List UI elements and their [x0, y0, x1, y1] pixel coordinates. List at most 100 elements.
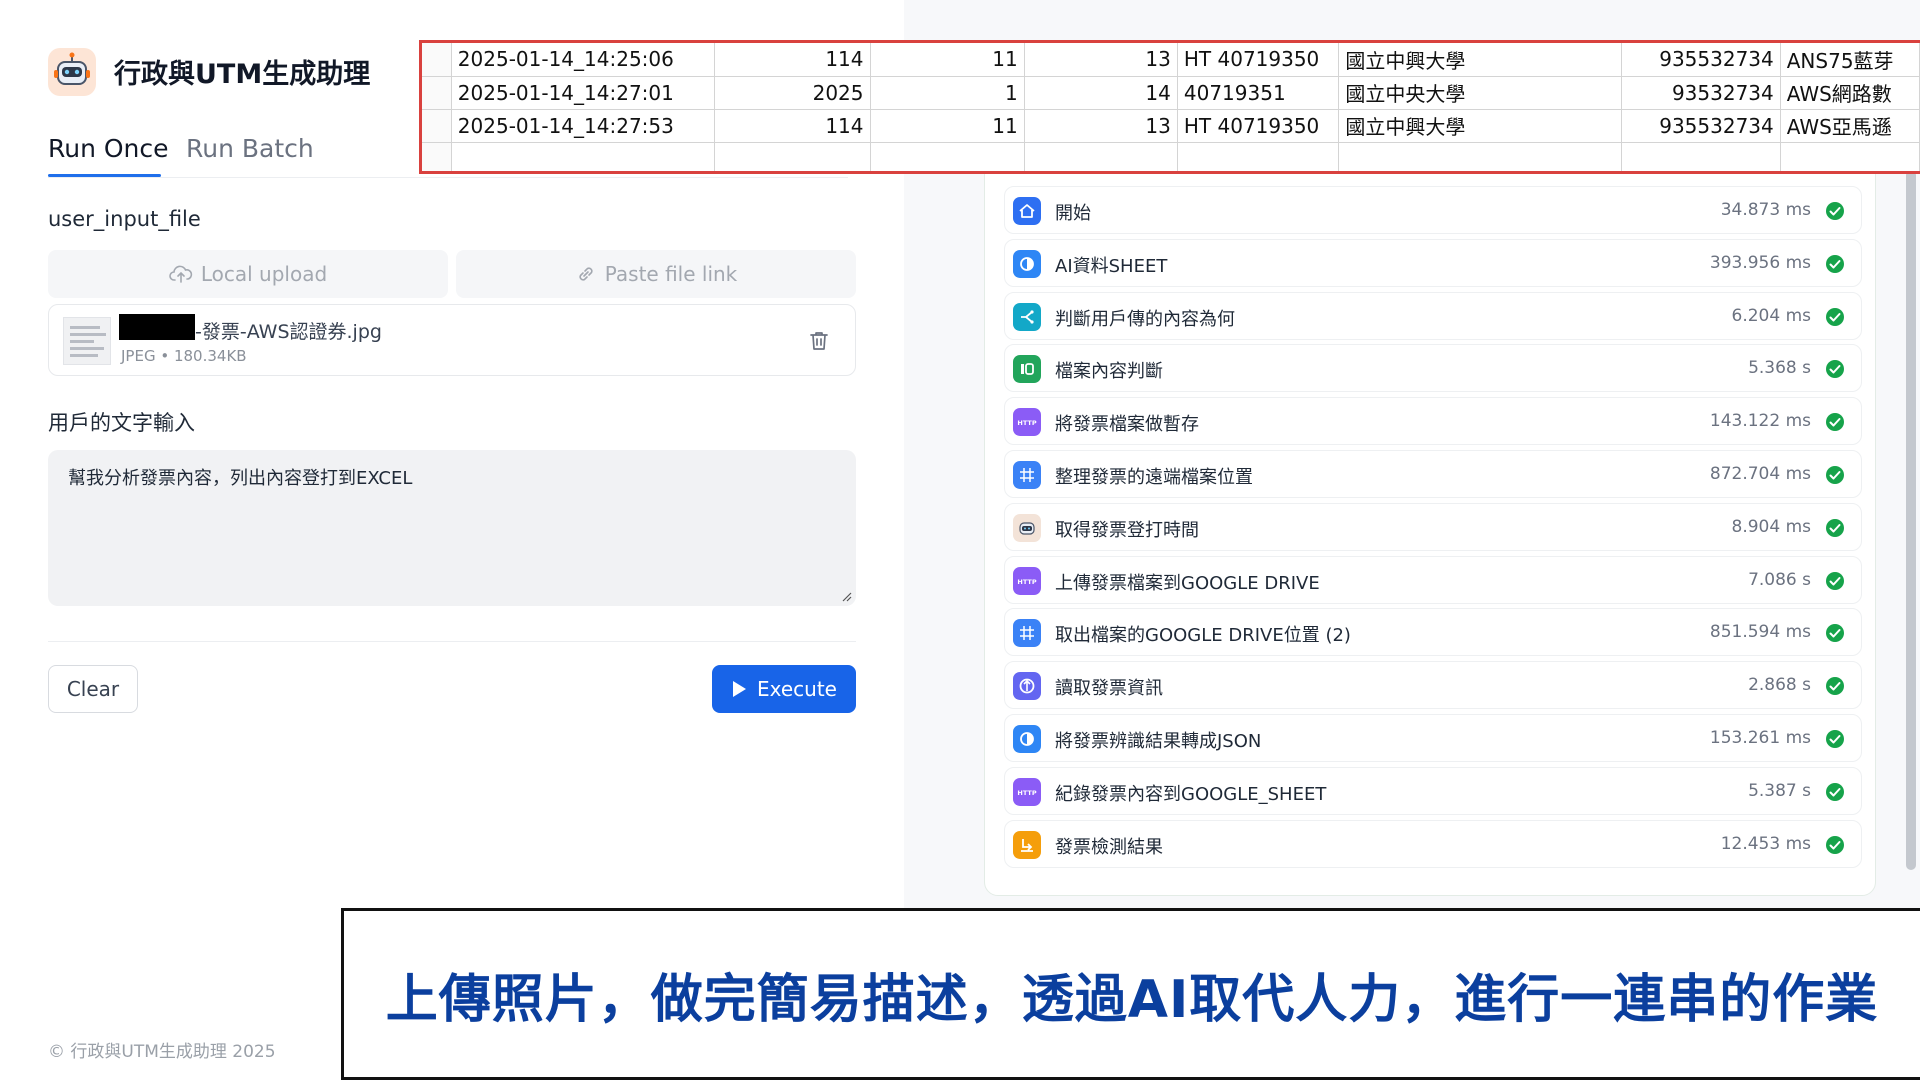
trace-row[interactable]: 判斷用戶傳的內容為何 6.204 ms — [1004, 291, 1862, 340]
sheet-cell: 13 — [1024, 109, 1178, 143]
file-type: JPEG — [121, 347, 156, 365]
llm-icon — [1013, 725, 1041, 753]
tab-run-once[interactable]: Run Once — [48, 134, 169, 163]
file-meta: JPEG • 180.34KB — [121, 347, 247, 365]
trace-step-name: 檔案內容判斷 — [1055, 361, 1163, 383]
trace-step-duration: 872.704 ms — [1709, 464, 1811, 484]
trace-row[interactable]: 讀取發票資訊 2.868 s — [1004, 661, 1862, 710]
sheet-cell: 國立中興大學 — [1338, 43, 1623, 77]
spreadsheet-excerpt: 2025-01-14_14:25:06 114 11 13 HT 40719350 國立中… — [419, 40, 1920, 174]
uploaded-file-card: -發票-AWS認證券.jpg JPEG • 180.34KB — [48, 304, 856, 376]
tabs-divider — [48, 177, 848, 178]
check-circle-icon — [1825, 729, 1845, 749]
trace-step-duration: 7.086 s — [1748, 569, 1811, 590]
paste-file-link-label: Paste file link — [604, 262, 738, 286]
trace-row[interactable]: 檔案內容判斷 5.368 s — [1004, 344, 1862, 393]
svg-text:HTTP: HTTP — [1017, 578, 1036, 586]
sheet-cell — [1621, 142, 1781, 171]
trace-step-name: 將發票辨識結果轉成JSON — [1055, 731, 1262, 752]
execute-button[interactable]: Execute — [712, 665, 856, 713]
trace-step-name: 紀錄發票內容到GOOGLE_SHEET — [1055, 783, 1327, 805]
trash-icon[interactable] — [807, 329, 831, 353]
tool-icon — [1013, 672, 1041, 701]
file-name: -發票-AWS認證券.jpg — [195, 321, 382, 343]
trace-row[interactable]: 取出檔案的GOOGLE DRIVE位置 (2) 851.594 ms — [1004, 608, 1862, 657]
code-icon — [1013, 619, 1041, 648]
sheet-cell — [1780, 142, 1920, 171]
trace-row[interactable]: HTTP 將發票檔案做暫存 143.122 ms — [1004, 397, 1862, 446]
sheet-cell: 2025 — [714, 76, 871, 110]
trace-step-duration: 143.122 ms — [1709, 411, 1811, 432]
trace-step-name: AI資料SHEET — [1055, 255, 1168, 277]
trace-row[interactable]: HTTP 紀錄發票內容到GOOGLE_SHEET 5.387 s — [1004, 766, 1862, 815]
sheet-row: 2025-01-14_14:25:06 114 11 13 HT 40719350 國立中… — [422, 43, 1920, 77]
check-circle-icon — [1825, 307, 1845, 327]
sheet-row-header — [422, 109, 452, 143]
trace-step-name: 整理發票的遠端檔案位置 — [1055, 467, 1253, 488]
sheet-cell: HT 40719350 — [1177, 43, 1340, 77]
code-icon — [1013, 461, 1041, 489]
sheet-cell: 935532734 — [1621, 109, 1781, 143]
resize-grip-icon[interactable] — [840, 590, 852, 602]
trace-step-name: 上傳發票檔案到GOOGLE DRIVE — [1055, 572, 1320, 594]
form-divider — [48, 641, 856, 642]
local-upload-label: Local upload — [200, 262, 328, 286]
scrollbar-thumb[interactable] — [1906, 170, 1916, 870]
sheet-cell: 114 — [714, 109, 871, 143]
trace-step-name: 判斷用戶傳的內容為何 — [1055, 308, 1235, 330]
trace-step-name: 將發票檔案做暫存 — [1055, 414, 1199, 436]
svg-text:HTTP: HTTP — [1017, 789, 1036, 797]
sheet-cell — [1177, 142, 1340, 171]
trace-step-duration: 5.368 s — [1748, 358, 1811, 379]
sheet-cell — [451, 142, 716, 171]
file-size: 180.34KB — [173, 347, 247, 365]
trace-row[interactable]: HTTP 上傳發票檔案到GOOGLE DRIVE 7.086 s — [1004, 555, 1862, 604]
clear-button[interactable]: Clear — [48, 665, 138, 713]
trace-step-duration: 2.868 s — [1748, 675, 1811, 696]
sheet-cell: 2025-01-14_14:27:53 — [451, 109, 716, 143]
paste-file-link-button[interactable]: Paste file link — [456, 250, 856, 298]
sheet-cell: 2025-01-14_14:27:01 — [451, 76, 716, 110]
sheet-cell: AWS網路數 — [1780, 76, 1920, 110]
user-text-input[interactable]: 幫我分析發票內容，列出內容登打到EXCEL — [48, 450, 856, 606]
sheet-row-header — [422, 76, 452, 110]
branch-icon — [1013, 302, 1041, 331]
check-circle-icon — [1825, 676, 1845, 696]
trace-row[interactable]: 發票檢測結果 12.453 ms — [1004, 819, 1862, 868]
trace-step-name: 發票檢測結果 — [1055, 836, 1163, 858]
sheet-cell — [870, 142, 1025, 171]
sheet-cell: 國立中央大學 — [1338, 76, 1623, 110]
local-upload-button[interactable]: Local upload — [48, 250, 448, 298]
check-circle-icon — [1825, 254, 1845, 274]
caption-text: 上傳照片，做完簡易描述，透過AI取代人力，進行一連串的作業 — [385, 969, 1879, 1030]
sheet-cell: 13 — [1024, 43, 1178, 77]
trace-step-duration: 5.387 s — [1748, 780, 1811, 801]
trace-step-name: 讀取發票資訊 — [1055, 678, 1163, 700]
trace-row[interactable]: 開始 34.873 ms — [1004, 186, 1862, 234]
sheet-cell: 935532734 — [1621, 43, 1781, 77]
sheet-cell — [1024, 142, 1178, 171]
trace-row[interactable]: AI資料SHEET 393.956 ms — [1004, 238, 1862, 287]
classifier-icon — [1013, 355, 1041, 384]
trace-step-duration: 393.956 ms — [1709, 252, 1811, 273]
sheet-cell — [714, 142, 871, 171]
trace-row[interactable]: 整理發票的遠端檔案位置 872.704 ms — [1004, 450, 1862, 498]
sheet-cell: ANS75藍芽 — [1780, 43, 1920, 77]
trace-row[interactable]: 取得發票登打時間 8.904 ms — [1004, 502, 1862, 551]
http-icon: HTTP — [1013, 566, 1041, 595]
robot-logo-icon — [48, 48, 96, 96]
trace-row[interactable]: 將發票辨識結果轉成JSON 153.261 ms — [1004, 714, 1862, 762]
caption-box: 上傳照片，做完簡易描述，透過AI取代人力，進行一連串的作業 — [341, 908, 1920, 1080]
end-icon — [1013, 830, 1041, 859]
sheet-cell: AWS亞馬遜 — [1780, 109, 1920, 143]
robot-icon — [1013, 513, 1041, 542]
check-circle-icon — [1825, 201, 1845, 221]
check-circle-icon — [1825, 571, 1845, 591]
sheet-row — [422, 142, 1920, 171]
file-thumbnail — [63, 317, 111, 365]
sheet-cell: 14 — [1024, 76, 1178, 110]
check-circle-icon — [1825, 465, 1845, 485]
sheet-cell: 40719351 — [1177, 76, 1340, 110]
sheet-cell: 國立中興大學 — [1338, 109, 1623, 143]
tab-run-batch[interactable]: Run Batch — [186, 134, 314, 163]
